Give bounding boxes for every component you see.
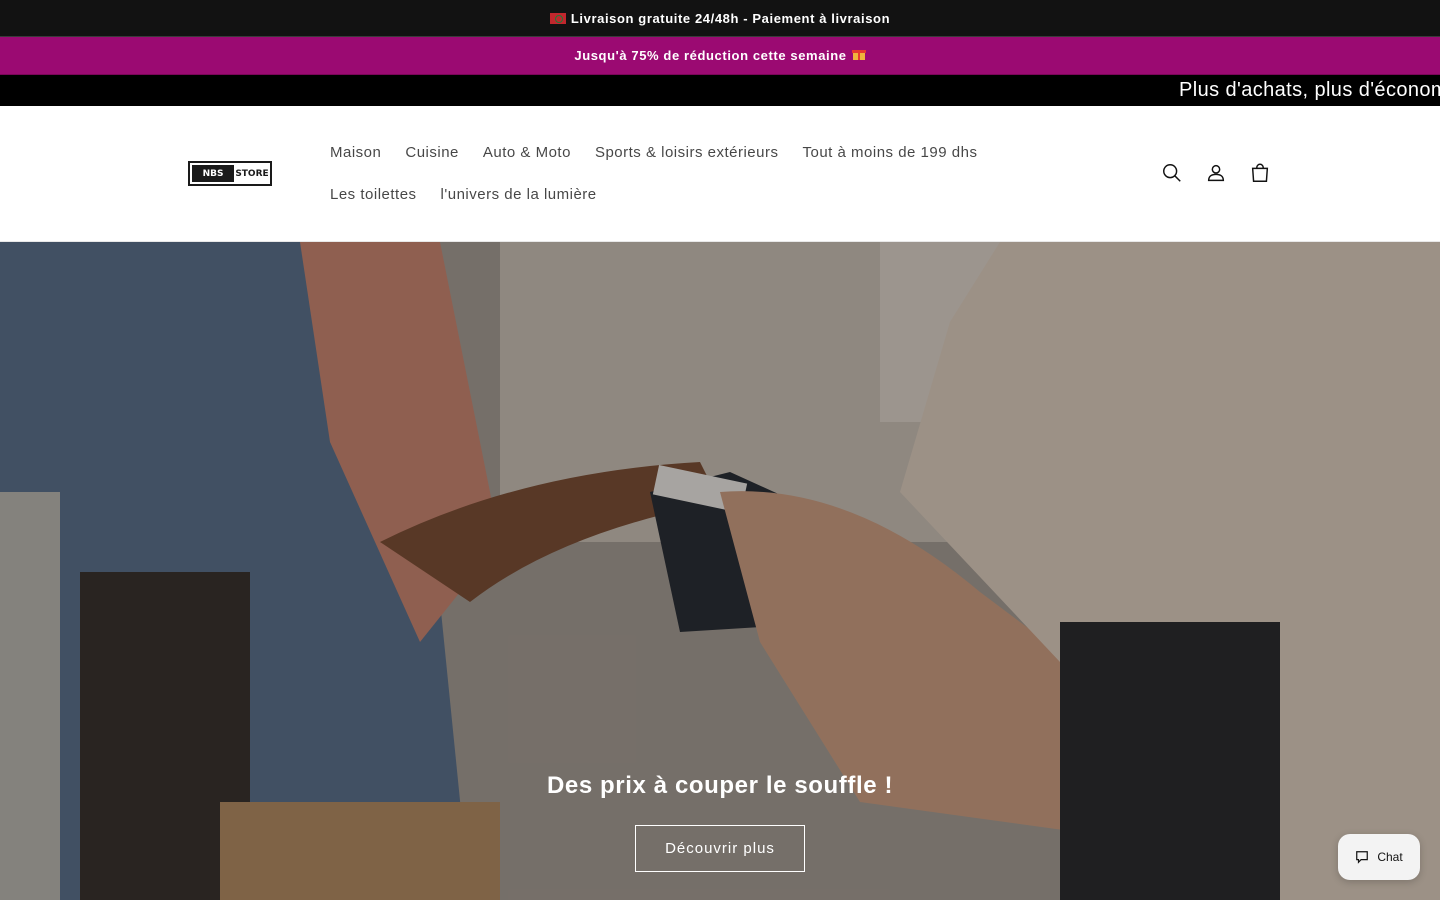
- hero-overlay: [0, 242, 1440, 900]
- nav-item-under-199[interactable]: Tout à moins de 199 dhs: [791, 132, 990, 174]
- promo-text: Jusqu'à 75% de réduction cette semaine: [574, 48, 847, 63]
- chat-label: Chat: [1377, 850, 1403, 864]
- header-icons: [1150, 151, 1282, 195]
- nav-item-cuisine[interactable]: Cuisine: [393, 132, 471, 174]
- chat-widget-button[interactable]: Chat: [1338, 834, 1420, 880]
- cart-button[interactable]: [1238, 151, 1282, 195]
- search-icon: [1163, 164, 1181, 182]
- logo-wordmark: STORE: [235, 168, 269, 179]
- marquee-text: Plus d'achats, plus d'économ: [1179, 79, 1440, 101]
- nav-item-maison[interactable]: Maison: [318, 132, 393, 174]
- hero-banner: Des prix à couper le souffle ! Découvrir…: [0, 242, 1440, 900]
- nav-item-lumiere[interactable]: l'univers de la lumière: [429, 174, 609, 216]
- announcement-text: Livraison gratuite 24/48h - Paiement à l…: [570, 10, 891, 26]
- account-button[interactable]: [1194, 151, 1238, 195]
- nav-item-sports[interactable]: Sports & loisirs extérieurs: [583, 132, 791, 174]
- nav-item-auto-moto[interactable]: Auto & Moto: [471, 132, 583, 174]
- scrolling-marquee: Plus d'achats, plus d'économ: [0, 75, 1440, 106]
- announcement-bar: Livraison gratuite 24/48h - Paiement à l…: [0, 0, 1440, 37]
- cart-icon: [1251, 163, 1269, 182]
- morocco-flag-icon: [549, 12, 566, 24]
- main-nav: Maison Cuisine Auto & Moto Sports & lois…: [318, 132, 1078, 216]
- gift-icon: [851, 47, 866, 64]
- nav-item-toilettes[interactable]: Les toilettes: [318, 174, 429, 216]
- chat-bubble-icon: [1356, 851, 1369, 864]
- discover-more-button[interactable]: Découvrir plus: [635, 825, 805, 872]
- hero-title: Des prix à couper le souffle !: [546, 772, 894, 799]
- store-logo[interactable]: NBS STORE: [188, 161, 272, 186]
- account-icon: [1207, 164, 1225, 182]
- promo-bar: Jusqu'à 75% de réduction cette semaine: [0, 37, 1440, 75]
- search-button[interactable]: [1150, 151, 1194, 195]
- logo-mark: NBS: [192, 165, 234, 182]
